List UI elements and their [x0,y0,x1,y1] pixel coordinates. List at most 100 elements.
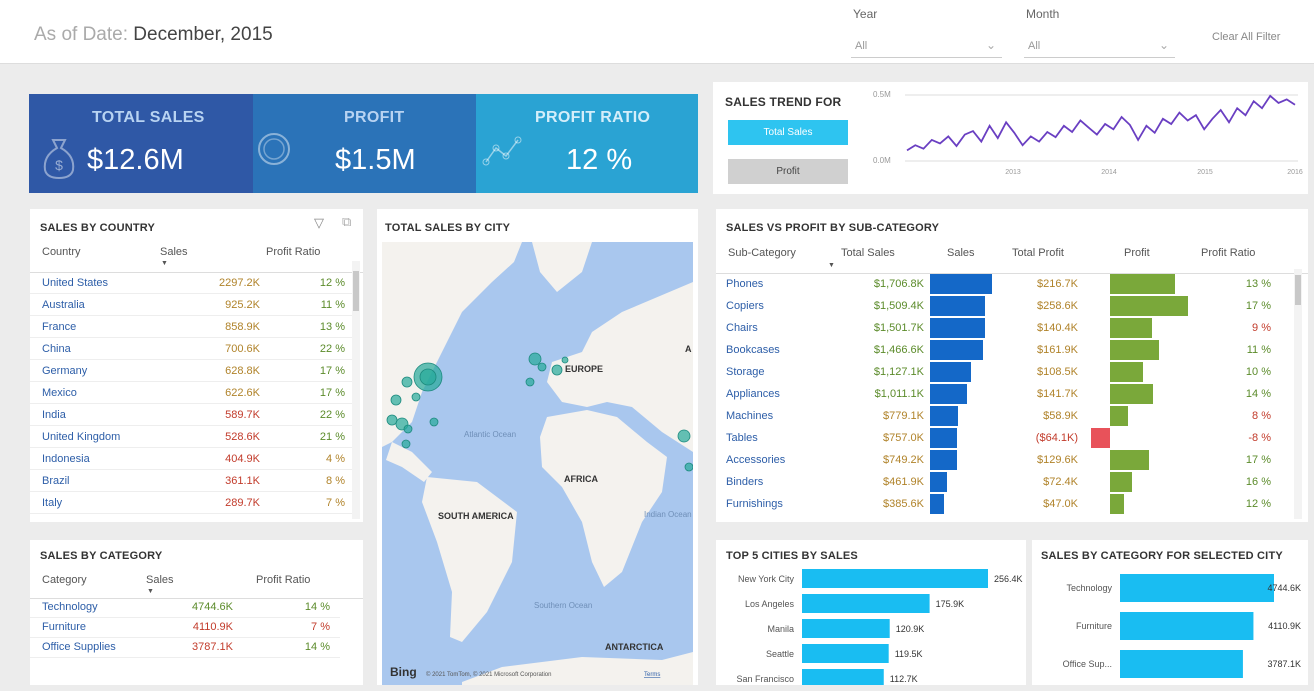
subcategory-name: Copiers [726,300,764,312]
table-row[interactable]: Indonesia 404.9K 4 % [30,448,352,470]
table-row[interactable]: Storage $1,127.1K $108.5K 10 % [716,361,1288,383]
subcategory-profit-ratio: 16 % [1245,476,1271,488]
profit-bar[interactable] [1110,406,1128,426]
sales-bar[interactable] [930,428,958,448]
sales-bar[interactable] [930,296,985,316]
subcategory-col-header[interactable]: Sub-Category [728,247,796,259]
table-row[interactable]: Phones $1,706.8K $216.7K 13 % [716,273,1288,295]
subcategory-total-sales: $757.0K [883,432,924,444]
city-category-bar[interactable] [1120,650,1243,678]
table-row[interactable]: Mexico 622.6K 17 % [30,382,352,404]
trend-y-bottom-label: 0.0M [873,156,891,165]
year-select[interactable]: All ⌄ [851,32,1002,58]
table-row[interactable]: Furnishings $385.6K $47.0K 12 % [716,493,1288,515]
sales-bar[interactable] [930,384,967,404]
subcategory-total-profit: $161.9K [1037,344,1078,356]
table-row[interactable]: Chairs $1,501.7K $140.4K 9 % [716,317,1288,339]
scrollbar-thumb[interactable] [353,271,359,311]
profit-toggle-button[interactable]: Profit [728,159,848,184]
subcategory-name: Binders [726,476,764,488]
subcategory-total-profit: $258.6K [1037,300,1078,312]
sales-bar[interactable] [930,494,944,514]
sales-bar[interactable] [930,362,971,382]
table-row[interactable]: Accessories $749.2K $129.6K 17 % [716,449,1288,471]
table-row[interactable]: France 858.9K 13 % [30,316,352,338]
table-row[interactable]: United States 2297.2K 12 % [30,272,352,294]
profit-bar-col-header[interactable]: Profit [1124,247,1150,259]
table-row[interactable]: Italy 289.7K 7 % [30,492,352,514]
profit-bar[interactable] [1110,362,1143,382]
city-category-panel: SALES BY CATEGORY FOR SELECTED CITY Tech… [1032,540,1308,685]
table-row[interactable]: United Kingdom 528.6K 21 % [30,426,352,448]
subcategory-total-sales: $385.6K [883,498,924,510]
table-row[interactable]: Brazil 361.1K 8 % [30,470,352,492]
scrollbar[interactable] [1294,269,1302,519]
subcategory-profit-ratio: 14 % [1245,388,1271,400]
category-name: Office Supplies [42,641,116,653]
profit-bar[interactable] [1090,428,1110,448]
sales-bar[interactable] [930,406,959,426]
sales-trend-title: SALES TREND FOR [725,95,842,109]
city-category-value: 4744.6K [1267,583,1301,593]
city-sales-bar[interactable] [802,594,930,613]
city-label: Manila [767,624,794,634]
city-sales-bar[interactable] [802,644,889,663]
profit-ratio-col-header[interactable]: Profit Ratio [266,246,320,258]
focus-mode-icon[interactable]: ⧉ [342,214,351,230]
sales-bar[interactable] [930,274,992,294]
scrollbar-thumb[interactable] [1295,275,1301,305]
subcategory-profit-ratio: 17 % [1245,454,1271,466]
profit-bar[interactable] [1110,274,1176,294]
map-terms-link[interactable]: Terms [644,672,660,678]
profit-bar[interactable] [1110,494,1125,514]
sales-bar[interactable] [930,318,985,338]
sales-bar[interactable] [930,472,947,492]
table-row[interactable]: India 589.7K 22 % [30,404,352,426]
profit-ratio-col-header[interactable]: Profit Ratio [1201,247,1255,259]
city-sales-bar[interactable] [802,569,988,588]
profit-bar[interactable] [1110,340,1159,360]
table-row[interactable]: Tables $757.0K ($64.1K) -8 % [716,427,1288,449]
sales-bar-col-header[interactable]: Sales [947,247,975,259]
table-row[interactable]: Appliances $1,011.1K $141.7K 14 % [716,383,1288,405]
total-sales-toggle-button[interactable]: Total Sales [728,120,848,145]
table-row[interactable]: Machines $779.1K $58.9K 8 % [716,405,1288,427]
sales-trend-panel: SALES TREND FOR Total Sales Profit 0.5M … [713,82,1308,194]
country-col-header[interactable]: Country [42,246,81,258]
table-row[interactable]: China 700.6K 22 % [30,338,352,360]
profit-bar[interactable] [1110,472,1132,492]
table-row[interactable]: Binders $461.9K $72.4K 16 % [716,471,1288,493]
city-category-bar[interactable] [1120,574,1274,602]
table-row[interactable]: Australia 925.2K 11 % [30,294,352,316]
total-sales-col-header[interactable]: Total Sales [841,247,895,259]
city-sales-bar[interactable] [802,669,884,685]
table-row[interactable]: Technology 4744.6K 14 % [30,598,340,618]
world-map[interactable]: EUROPE A AFRICA SOUTH AMERICA ANTARCTICA… [382,242,693,685]
profit-bar[interactable] [1110,296,1188,316]
table-row[interactable]: Copiers $1,509.4K $258.6K 17 % [716,295,1288,317]
category-profit-ratio: 14 % [304,641,330,653]
sales-col-header[interactable]: Sales [146,574,174,586]
total-profit-col-header[interactable]: Total Profit [1012,247,1064,259]
profit-bar[interactable] [1110,384,1153,404]
profit-bar[interactable] [1110,450,1150,470]
filter-icon[interactable]: ▽ [314,215,324,231]
sales-col-header[interactable]: Sales [160,246,188,258]
clear-all-filter-button[interactable]: Clear All Filter [1212,31,1280,43]
table-row[interactable]: Furniture 4110.9K 7 % [30,618,340,638]
sales-by-category-title: SALES BY CATEGORY [40,550,163,562]
table-row[interactable]: Bookcases $1,466.6K $161.9K 11 % [716,339,1288,361]
category-col-header[interactable]: Category [42,574,87,586]
table-row[interactable]: Germany 628.8K 17 % [30,360,352,382]
sales-bar[interactable] [930,450,958,470]
profit-ratio-col-header[interactable]: Profit Ratio [256,574,310,586]
city-category-bar[interactable] [1120,612,1254,640]
sales-bar[interactable] [930,340,984,360]
scrollbar[interactable] [352,261,360,519]
country-profit-ratio: 13 % [319,321,345,333]
city-label: San Francisco [736,674,794,684]
city-sales-bar[interactable] [802,619,890,638]
profit-bar[interactable] [1110,318,1153,338]
month-select[interactable]: All ⌄ [1024,32,1175,58]
table-row[interactable]: Office Supplies 3787.1K 14 % [30,638,340,658]
